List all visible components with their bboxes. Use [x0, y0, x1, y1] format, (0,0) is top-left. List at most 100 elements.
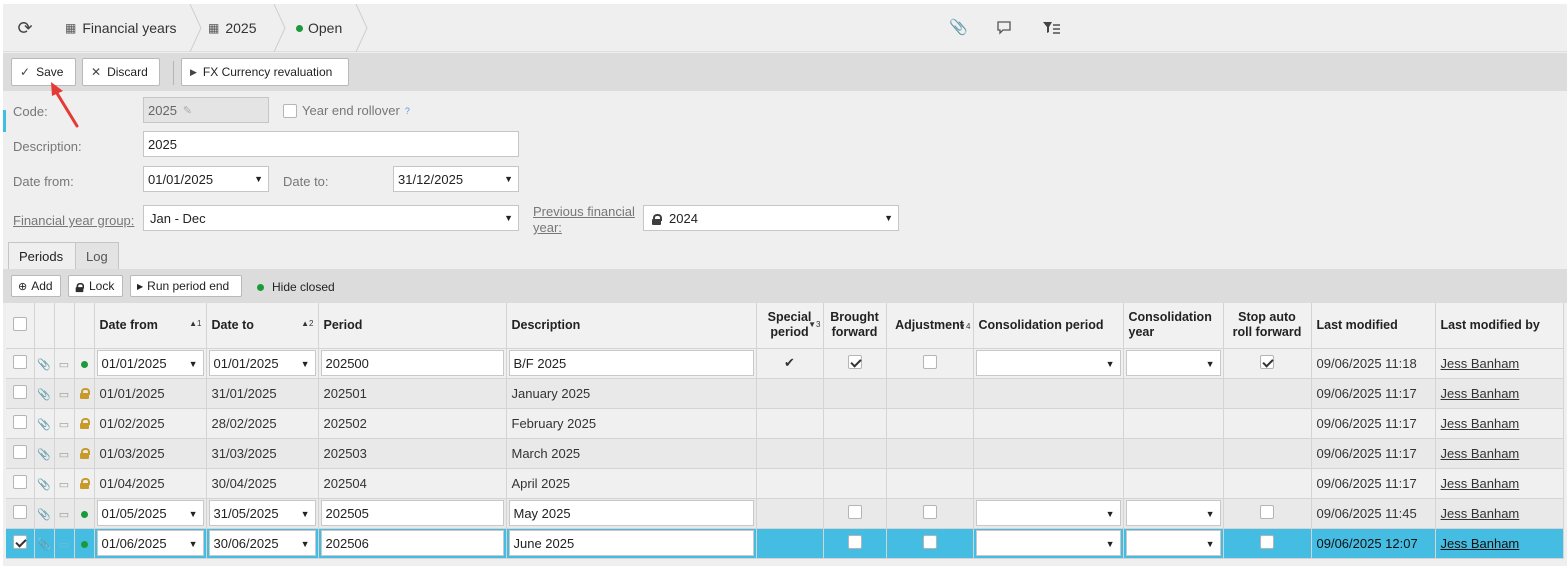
- consolidation-period-select[interactable]: ▼: [975, 350, 1121, 376]
- date-from-header[interactable]: Date from ▲1: [94, 303, 207, 349]
- adjustment-checkbox[interactable]: [922, 534, 937, 549]
- table-row[interactable]: 📎 ▭ 01/01/2025 31/01/2025 202501 January…: [6, 378, 1564, 409]
- previous-financial-year-link[interactable]: Previous financial year:: [533, 204, 635, 236]
- last-modified-by-link[interactable]: Jess Banham: [1441, 356, 1520, 371]
- fx-revaluation-button[interactable]: ▶ FX Currency revaluation: [181, 58, 349, 86]
- paperclip-icon[interactable]: 📎: [37, 449, 51, 461]
- period-input[interactable]: 202506: [320, 530, 504, 556]
- comment-icon[interactable]: [997, 21, 1011, 35]
- consolidation-year-header[interactable]: Consolidation year: [1123, 303, 1224, 349]
- lock-period-button[interactable]: Lock: [68, 275, 123, 297]
- description-input[interactable]: B/F 2025: [508, 350, 754, 376]
- date-to-header[interactable]: Date to ▲2: [206, 303, 319, 349]
- last-modified-by-link[interactable]: Jess Banham: [1441, 536, 1520, 551]
- period-input[interactable]: 202505: [320, 500, 504, 526]
- help-icon[interactable]: ?: [405, 106, 410, 116]
- discard-button[interactable]: ✕ Discard: [82, 58, 160, 86]
- adjustment-header[interactable]: Adjustment ▼4: [886, 303, 974, 349]
- last-modified-by-link[interactable]: Jess Banham: [1441, 386, 1520, 401]
- adjustment-checkbox[interactable]: [922, 504, 937, 519]
- row-select-checkbox[interactable]: [12, 384, 27, 399]
- breadcrumb-year[interactable]: ▦ 2025: [208, 4, 257, 52]
- row-select-checkbox[interactable]: [12, 414, 27, 429]
- paperclip-icon[interactable]: 📎: [949, 19, 968, 37]
- table-row[interactable]: 📎 ▭ 01/05/2025 ▼ 31/05/2025 ▼ 202505 May 2…: [6, 498, 1564, 529]
- brought-forward-checkbox[interactable]: [847, 534, 862, 549]
- last-modified-by-link[interactable]: Jess Banham: [1441, 446, 1520, 461]
- date-from-select[interactable]: 01/06/2025 ▼: [96, 530, 204, 556]
- comment-icon[interactable]: ▭: [59, 359, 69, 371]
- breadcrumb-financial-years[interactable]: ▦ Financial years: [65, 4, 177, 52]
- comment-icon[interactable]: ▭: [59, 539, 69, 551]
- row-select-checkbox[interactable]: [12, 534, 27, 549]
- run-period-end-button[interactable]: ▶ Run period end: [130, 275, 242, 297]
- stop-auto-roll-forward-checkbox[interactable]: [1260, 504, 1274, 519]
- paperclip-icon[interactable]: 📎: [37, 359, 51, 371]
- comment-icon[interactable]: ▭: [59, 479, 69, 491]
- tab-log[interactable]: Log: [75, 242, 119, 269]
- financial-year-group-select[interactable]: Jan - Dec ▼: [143, 205, 519, 231]
- date-from-cell: 01/01/2025: [94, 378, 207, 409]
- stop-auto-roll-forward-header[interactable]: Stop auto roll forward: [1223, 303, 1312, 349]
- period-input[interactable]: 202500: [320, 350, 504, 376]
- consolidation-year-select[interactable]: ▼: [1125, 500, 1221, 526]
- comment-icon[interactable]: ▭: [59, 389, 69, 401]
- table-row[interactable]: 📎 ▭ 01/03/2025 31/03/2025 202503 March 2…: [6, 438, 1564, 469]
- special-period-header[interactable]: Special period ▼3: [756, 303, 824, 349]
- table-row[interactable]: 📎 ▭ 01/02/2025 28/02/2025 202502 Februar…: [6, 408, 1564, 439]
- last-modified-by-link[interactable]: Jess Banham: [1441, 506, 1520, 521]
- description-input[interactable]: June 2025: [508, 530, 754, 556]
- add-period-button[interactable]: ⊕ Add: [11, 275, 61, 297]
- paperclip-icon[interactable]: 📎: [37, 479, 51, 491]
- comment-icon[interactable]: ▭: [59, 419, 69, 431]
- table-row[interactable]: 📎 ▭ 01/01/2025 ▼ 01/01/2025 ▼ 202500 B/F 2…: [6, 348, 1564, 379]
- brought-forward-header[interactable]: Brought forward: [823, 303, 887, 349]
- previous-financial-year-select[interactable]: 2024 ▼: [643, 205, 899, 231]
- last-modified-by-link[interactable]: Jess Banham: [1441, 416, 1520, 431]
- brought-forward-checkbox[interactable]: [847, 354, 862, 369]
- table-row[interactable]: 📎 ▭ 01/04/2025 30/04/2025 202504 April 2…: [6, 468, 1564, 499]
- brought-forward-checkbox[interactable]: [847, 504, 862, 519]
- refresh-icon[interactable]: ⟳: [15, 18, 35, 38]
- last-modified-by-link[interactable]: Jess Banham: [1441, 476, 1520, 491]
- select-all-checkbox[interactable]: [12, 316, 27, 331]
- paperclip-icon[interactable]: 📎: [37, 419, 51, 431]
- description-header[interactable]: Description: [506, 303, 757, 349]
- consolidation-period-header[interactable]: Consolidation period: [973, 303, 1124, 349]
- paperclip-icon[interactable]: 📎: [37, 509, 51, 521]
- comment-icon[interactable]: ▭: [59, 449, 69, 461]
- row-select-checkbox[interactable]: [12, 474, 27, 489]
- date-to-select[interactable]: 31/05/2025 ▼: [208, 500, 316, 526]
- date-to-select[interactable]: 31/12/2025 ▼: [393, 166, 519, 192]
- description-input[interactable]: May 2025: [508, 500, 754, 526]
- last-modified-header[interactable]: Last modified: [1311, 303, 1436, 349]
- consolidation-year-select[interactable]: ▼: [1125, 350, 1221, 376]
- year-end-rollover-checkbox[interactable]: [283, 103, 297, 118]
- adjustment-checkbox[interactable]: [922, 354, 937, 369]
- table-row-selected[interactable]: 📎 ▭ 01/06/2025 ▼ 30/06/2025 ▼ 202506 June …: [6, 528, 1564, 559]
- date-to-select[interactable]: 01/01/2025 ▼: [208, 350, 316, 376]
- date-from-select[interactable]: 01/05/2025 ▼: [96, 500, 204, 526]
- comment-icon[interactable]: ▭: [59, 509, 69, 521]
- consolidation-period-select[interactable]: ▼: [975, 500, 1121, 526]
- tab-periods[interactable]: Periods: [8, 242, 76, 270]
- edit-pencil-icon[interactable]: ✎: [183, 104, 192, 117]
- paperclip-icon[interactable]: 📎: [37, 389, 51, 401]
- consolidation-period-select[interactable]: ▼: [975, 530, 1121, 556]
- row-select-checkbox[interactable]: [12, 444, 27, 459]
- paperclip-icon[interactable]: 📎: [37, 539, 51, 551]
- row-select-checkbox[interactable]: [12, 504, 27, 519]
- period-header[interactable]: Period: [318, 303, 507, 349]
- date-from-select[interactable]: 01/01/2025 ▼: [96, 350, 204, 376]
- consolidation-year-select[interactable]: ▼: [1125, 530, 1221, 556]
- date-to-select[interactable]: 30/06/2025 ▼: [208, 530, 316, 556]
- stop-auto-roll-forward-checkbox[interactable]: [1260, 354, 1274, 369]
- row-select-checkbox[interactable]: [12, 354, 27, 369]
- stop-auto-roll-forward-checkbox[interactable]: [1260, 534, 1274, 549]
- filter-list-icon[interactable]: [1043, 21, 1061, 35]
- last-modified-by-header[interactable]: Last modified by: [1435, 303, 1564, 349]
- hide-closed-toggle[interactable]: Hide closed: [257, 280, 335, 294]
- date-from-select[interactable]: 01/01/2025 ▼: [143, 166, 269, 192]
- financial-year-group-link[interactable]: Financial year group:: [13, 213, 134, 228]
- description-input[interactable]: 2025: [143, 131, 519, 157]
